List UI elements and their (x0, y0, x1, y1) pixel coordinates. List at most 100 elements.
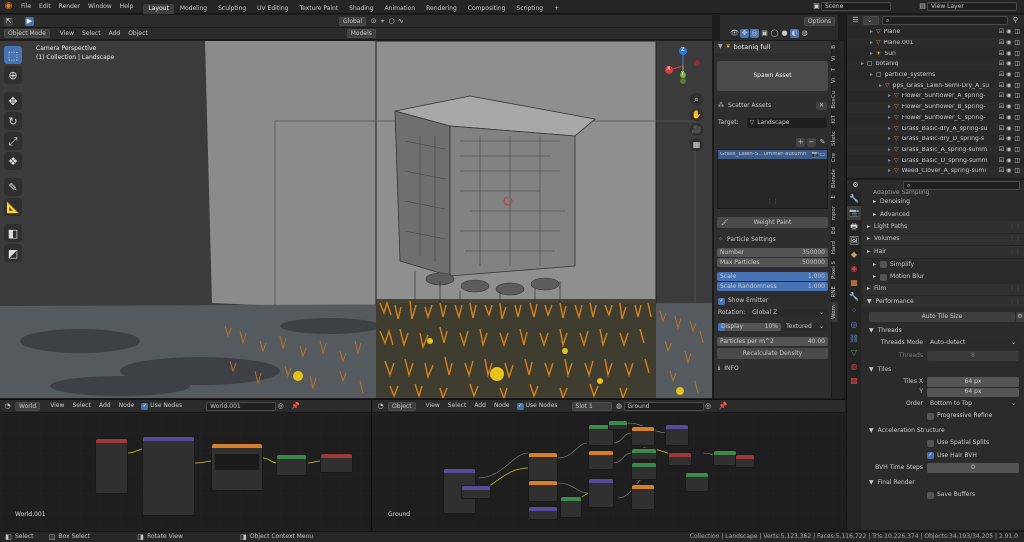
visibility-eye-icon[interactable]: ◉ (1006, 82, 1011, 89)
sidebar-tab-view[interactable]: Vi (831, 51, 838, 64)
shader-node[interactable] (528, 506, 558, 520)
menu-render[interactable]: Render (55, 3, 84, 10)
scene-tab-icon[interactable]: ◆ (847, 248, 861, 262)
camera-view-icon[interactable]: 🎥 (690, 123, 703, 136)
property-panel-performance[interactable]: ▼ Performance ⋮⋮ (863, 296, 1024, 309)
outliner-item[interactable]: ▸ ▽ Plane.001 ☑ ◉ ◫ (847, 37, 1024, 49)
weight-paint-button[interactable]: 🖌 Weight Paint (717, 217, 828, 228)
shader-node[interactable] (735, 454, 755, 468)
save-buffers-checkbox[interactable] (927, 491, 934, 499)
spawn-asset-button[interactable]: Spawn Asset (717, 61, 828, 91)
rotation-dropdown[interactable]: Global Z ⌄ (749, 309, 827, 317)
rotate-tool-icon[interactable]: ↻ (4, 112, 22, 130)
panel-drag-handle[interactable]: ⋮⋮ (1009, 298, 1021, 305)
viewport-visibility-icon[interactable]: 👁 (730, 29, 739, 38)
exclude-checkbox[interactable]: ☑ (999, 40, 1004, 46)
exclude-checkbox[interactable]: ☑ (999, 146, 1004, 153)
tab-sculpting[interactable]: Sculpting (213, 4, 251, 14)
property-panel-denoising[interactable]: ▸ Denoising (863, 196, 1024, 209)
physics-tab-icon[interactable]: ◎ (847, 318, 861, 332)
property-panel-simplify[interactable]: ▸ Simplify (863, 259, 1024, 272)
render-tab-icon[interactable]: 📷 (847, 206, 861, 220)
display-mode-dropdown[interactable]: Textured ⌄ (783, 323, 827, 331)
expand-arrow-icon[interactable]: ▸ (888, 114, 891, 121)
expand-arrow-icon[interactable]: ▸ (888, 146, 891, 153)
node-menu-select[interactable]: Select (68, 403, 95, 409)
material-node-editor[interactable]: ◔ Object View Select Add Node ✓ Use Node… (373, 399, 845, 532)
outliner-item[interactable]: ▸ ▽ Grass_Basic-dry_A_spring-su ☑ ◉ ◫ (847, 123, 1024, 134)
outliner-item[interactable]: ▸ ☀ Sun ☑ ◉ ◫ (847, 48, 1024, 60)
grid-view-icon[interactable]: ▦ (690, 138, 703, 151)
render-visibility-icon[interactable]: ◫ (1014, 146, 1020, 153)
view-layer-field[interactable]: View Layer (927, 2, 1017, 11)
use-nodes-checkbox[interactable]: ✓ (516, 402, 524, 410)
outliner-item[interactable]: ▸ ▽ Flower_Sunflower_A_spring- ☑ ◉ ◫ (847, 91, 1024, 102)
annotate-tool-icon[interactable]: ✎ (4, 178, 22, 196)
shader-type-dropdown[interactable]: Object (388, 401, 416, 411)
visibility-eye-icon[interactable]: ◉ (1006, 168, 1011, 174)
tab-compositing[interactable]: Compositing (463, 4, 511, 14)
slot-dropdown[interactable]: Slot 1 (571, 401, 612, 411)
bvh-steps-field[interactable]: 0 (927, 463, 1019, 474)
editor-type-icon[interactable]: ◔ (376, 402, 385, 411)
sidebar-tab-blender[interactable]: Blende (831, 165, 838, 192)
fake-user-icon[interactable]: ◎ (276, 402, 285, 411)
property-panel-hair[interactable]: ▸ Hair ⋮⋮ (863, 246, 1024, 259)
outliner-item[interactable]: ▸ ▽ Plane ☑ ◉ ◫ (847, 27, 1024, 38)
constraints-tab-icon[interactable]: ⛓ (847, 332, 861, 346)
node-menu-node[interactable]: Node (115, 403, 139, 409)
tab-texture-paint[interactable]: Texture Paint (294, 4, 343, 14)
wireframe-shading-icon[interactable]: ◯ (770, 29, 779, 38)
pin-icon[interactable]: 📌 (291, 402, 300, 411)
texture-coordinate-node[interactable] (95, 438, 128, 494)
object-tab-icon[interactable]: ▦ (847, 276, 861, 290)
property-panel-film[interactable]: ▸ Film ⋮⋮ (863, 283, 1024, 296)
material-tab-icon[interactable]: ◍ (847, 360, 861, 374)
view-layer-tab-icon[interactable]: 🖼 (847, 234, 861, 248)
shader-node[interactable] (631, 462, 657, 480)
shader-node[interactable] (685, 472, 709, 492)
node-menu-add[interactable]: Add (470, 403, 490, 409)
proportional-edit-icon[interactable]: ○ (387, 17, 396, 26)
acceleration-header[interactable]: ▼ Acceleration Structure (863, 425, 1024, 438)
visibility-eye-icon[interactable]: ◉ (1006, 40, 1011, 46)
panel-drag-handle[interactable]: ⋮⋮ (1009, 223, 1021, 230)
viewport-menu-select[interactable]: Select (78, 30, 105, 37)
select-tool-icon[interactable]: ⇱ (4, 16, 13, 26)
tiles-x-field[interactable]: 64 px (927, 377, 1019, 387)
pin-icon[interactable]: 📌 (719, 402, 728, 411)
display-percentage-slider[interactable]: Display 10% (718, 323, 781, 331)
tab-animation[interactable]: Animation (380, 4, 421, 14)
node-menu-view[interactable]: View (46, 403, 68, 409)
viewport-menu-view[interactable]: View (56, 30, 78, 37)
viewport-menu-object[interactable]: Object (124, 30, 152, 37)
sidebar-tab-pixel[interactable]: Pixel S (831, 257, 838, 283)
shader-node[interactable] (713, 450, 737, 466)
background-node[interactable] (276, 454, 307, 476)
add-item-icon[interactable]: + (796, 138, 805, 147)
tab-uv-editing[interactable]: UV Editing (252, 4, 293, 14)
exclude-checkbox[interactable]: ☑ (999, 61, 1004, 67)
node-menu-view[interactable]: View (422, 403, 444, 409)
visibility-eye-icon[interactable]: ◉ (1006, 104, 1011, 110)
menu-file[interactable]: File (17, 3, 35, 10)
tab-rendering[interactable]: Rendering (421, 4, 462, 14)
render-visibility-icon[interactable]: ◫ (1014, 136, 1020, 142)
scatter-close-icon[interactable]: ✕ (815, 102, 827, 110)
shader-node[interactable] (665, 424, 689, 446)
modifier-tab-icon[interactable]: 🔧 (847, 290, 861, 304)
outliner-item[interactable]: ▸ ▽ Flower_Sunflower_B_spring- ☑ ◉ ◫ (847, 101, 1024, 113)
tab-scripting[interactable]: Scripting (511, 4, 548, 14)
expand-arrow-icon[interactable]: ▸ (888, 93, 891, 99)
exclude-checkbox[interactable]: ☑ (999, 82, 1004, 89)
exclude-checkbox[interactable]: ☑ (999, 50, 1004, 57)
recalculate-density-button[interactable]: Recalculate Density (717, 348, 828, 359)
scale-randomness-field[interactable]: Scale Randomness 1.000 (717, 282, 828, 291)
render-visibility-icon[interactable]: ◫ (1014, 93, 1020, 99)
sidebar-tab-create[interactable]: Cre (831, 148, 838, 166)
render-visibility-icon[interactable]: ◫ (1014, 29, 1020, 35)
expand-arrow-icon[interactable]: ▸ (870, 29, 873, 35)
node-menu-node[interactable]: Node (490, 403, 514, 409)
outliner-item[interactable]: ▸ ▽ Grass_Basic-dry_D_spring-s ☑ ◉ ◫ (847, 133, 1024, 145)
panel-drag-handle[interactable]: ⋮⋮ (1009, 236, 1021, 242)
